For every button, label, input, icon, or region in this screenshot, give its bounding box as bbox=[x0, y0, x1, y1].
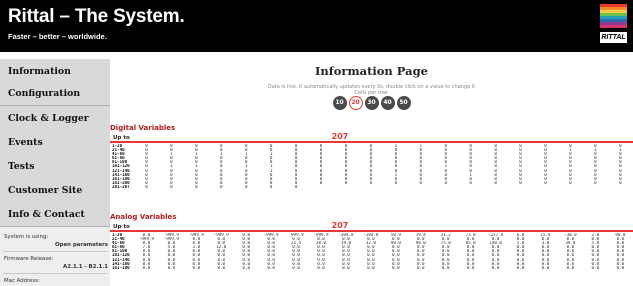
sidebar-divider bbox=[3, 273, 107, 274]
cells-option-30[interactable]: 30 bbox=[364, 96, 379, 110]
row-range-label: 161-180 bbox=[112, 265, 130, 270]
system-value: Open parameters bbox=[55, 242, 108, 248]
main-content: Information Page Data is live, it automa… bbox=[110, 59, 633, 286]
variable-cell bbox=[533, 185, 558, 189]
page-title: Information Page bbox=[315, 64, 428, 78]
cells-option-20[interactable]: 20 bbox=[348, 96, 363, 110]
variable-cell bbox=[408, 185, 433, 189]
row-range-label: 201-207 bbox=[112, 184, 130, 189]
rittal-logo: RITTAL bbox=[600, 4, 627, 48]
variable-cell bbox=[334, 185, 359, 189]
mac-label: Mac Address: bbox=[4, 278, 40, 284]
system-status: System is using: Open parameters bbox=[4, 234, 108, 248]
variable-cell[interactable]: 0 bbox=[284, 185, 309, 189]
variable-cell[interactable]: 0.0 bbox=[533, 266, 558, 270]
variable-cell[interactable]: 0.0 bbox=[309, 266, 334, 270]
nav-events[interactable]: Events bbox=[0, 130, 110, 155]
brand-tagline: Faster – better – worldwide. bbox=[8, 32, 107, 41]
nav-configuration[interactable]: Configuration bbox=[0, 81, 110, 106]
variable-cell bbox=[309, 185, 334, 189]
analog-variables-table: 1-20 0.0 -999.9 -999.9 -999.9 0.0 -999.9 -999.9… bbox=[110, 233, 633, 270]
variable-cell[interactable]: 0 bbox=[184, 185, 209, 189]
cells-option-50[interactable]: 50 bbox=[396, 96, 411, 110]
system-label: System is using: bbox=[4, 234, 49, 240]
digital-divider bbox=[110, 141, 633, 143]
variable-cell[interactable]: 0.0 bbox=[508, 266, 533, 270]
variable-cell[interactable]: 0.0 bbox=[259, 266, 284, 270]
variable-cell[interactable]: 0.0 bbox=[483, 266, 508, 270]
sidebar: Information Configuration Clock & Logger… bbox=[0, 59, 110, 286]
cells-option-40[interactable]: 40 bbox=[380, 96, 395, 110]
variable-cell[interactable]: 0.0 bbox=[134, 266, 159, 270]
analog-divider bbox=[110, 230, 633, 232]
logo-stripes bbox=[600, 4, 627, 29]
variable-cell bbox=[383, 185, 408, 189]
variable-cell[interactable]: 0.0 bbox=[284, 266, 309, 270]
nav-clock-logger[interactable]: Clock & Logger bbox=[0, 106, 110, 131]
cells-per-row-selector: 10 20 30 40 50 bbox=[110, 96, 633, 110]
variable-cell[interactable]: 0 bbox=[209, 185, 234, 189]
digital-count: 207 bbox=[331, 132, 349, 141]
analog-count: 207 bbox=[331, 221, 349, 230]
header-bar: Rittal – The System. Faster – better – w… bbox=[0, 0, 633, 52]
variable-cell bbox=[433, 185, 458, 189]
table-row: 201-207 0 0 0 0 0 0 0 bbox=[110, 185, 633, 189]
variable-cell[interactable]: 0.0 bbox=[383, 266, 408, 270]
variable-cell bbox=[608, 185, 633, 189]
variable-cell[interactable]: 0.0 bbox=[358, 266, 383, 270]
variable-cell[interactable]: 0.0 bbox=[334, 266, 359, 270]
variable-cell[interactable]: 0.0 bbox=[209, 266, 234, 270]
mac-info: Mac Address: bbox=[4, 278, 108, 284]
variable-cell[interactable]: 0.0 bbox=[159, 266, 184, 270]
digital-variables-table: 1-20 0 0 0 0 0 0 0 0 0 0 1 1 0 0 0 0 0 0 0 0 21-40 0 0 0 0 0 0 0 0 0 0 0… bbox=[110, 144, 633, 189]
analog-section-title: Analog Variables bbox=[110, 213, 177, 221]
variable-cell[interactable]: 0.0 bbox=[234, 266, 259, 270]
firmware-label: Firmware Release: bbox=[4, 256, 54, 262]
cells-option-10[interactable]: 10 bbox=[332, 96, 347, 110]
variable-cell[interactable]: 0.0 bbox=[583, 266, 608, 270]
firmware-value: A2.1.1 - B2.1.1 bbox=[63, 264, 108, 270]
variable-cell bbox=[583, 185, 608, 189]
logo-stripe bbox=[600, 25, 627, 28]
digital-section-title: Digital Variables bbox=[110, 124, 176, 132]
variable-cell[interactable]: 0.0 bbox=[184, 266, 209, 270]
variable-cell bbox=[508, 185, 533, 189]
variable-cell[interactable]: 0.0 bbox=[558, 266, 583, 270]
variable-cell bbox=[558, 185, 583, 189]
variable-cell[interactable]: 0 bbox=[134, 185, 159, 189]
variable-cell bbox=[458, 185, 483, 189]
variable-cell[interactable]: 0.0 bbox=[608, 266, 633, 270]
variable-cell[interactable]: 0.0 bbox=[433, 266, 458, 270]
nav-customer-site[interactable]: Customer Site bbox=[0, 178, 110, 203]
table-row: 161-180 0.0 0.0 0.0 0.0 0.0 0.0 0.0 0.0 0.0 0.0 0.0… bbox=[110, 266, 633, 270]
variable-cell[interactable]: 0 bbox=[234, 185, 259, 189]
variable-cell[interactable]: 0 bbox=[159, 185, 184, 189]
firmware-info: Firmware Release: A2.1.1 - B2.1.1 bbox=[4, 256, 108, 270]
variable-cell bbox=[358, 185, 383, 189]
logo-wordmark: RITTAL bbox=[600, 32, 627, 43]
nav-info-contact[interactable]: Info & Contact bbox=[0, 202, 110, 227]
brand-title: Rittal – The System. bbox=[8, 6, 185, 27]
variable-cell[interactable]: 0.0 bbox=[458, 266, 483, 270]
nav-tests[interactable]: Tests bbox=[0, 154, 110, 179]
variable-cell bbox=[483, 185, 508, 189]
variable-cell[interactable]: 0.0 bbox=[408, 266, 433, 270]
sidebar-divider bbox=[3, 251, 107, 252]
variable-cell[interactable]: 0 bbox=[259, 185, 284, 189]
